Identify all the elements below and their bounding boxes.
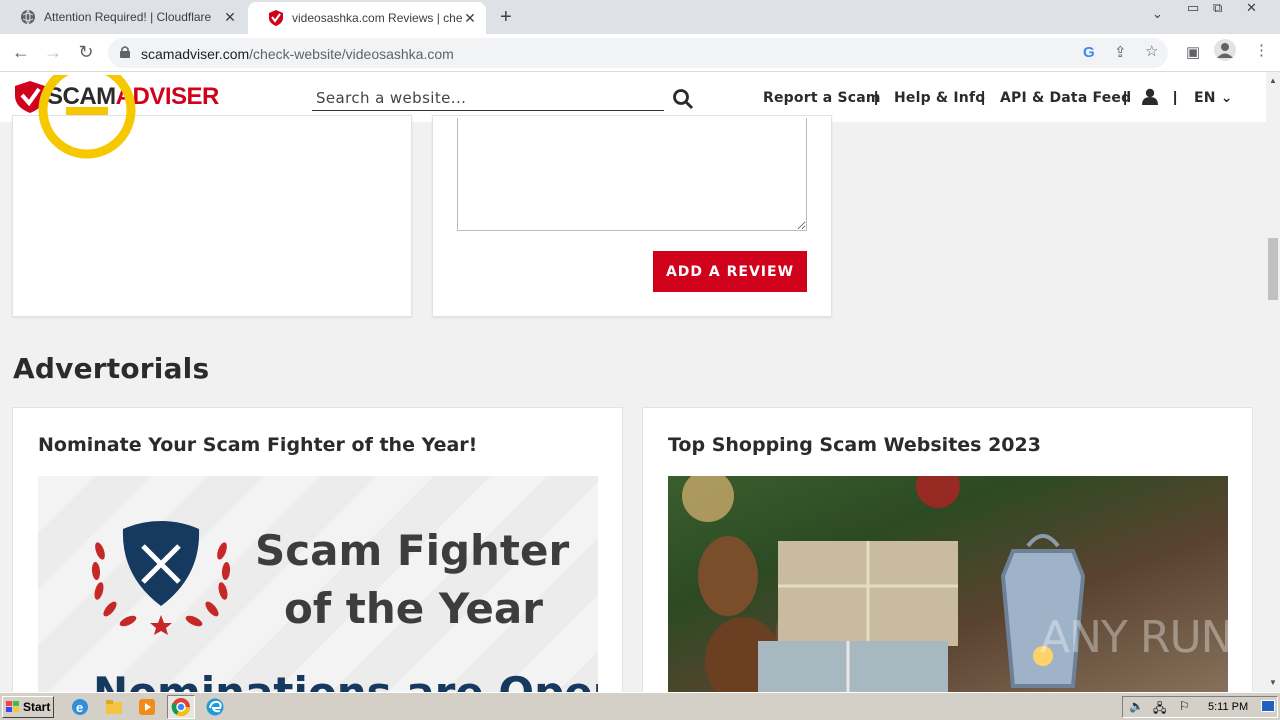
language-selector[interactable]: EN ⌄	[1194, 90, 1233, 106]
share-icon[interactable]: ⇪	[1114, 43, 1127, 61]
url-path: /check-website/videosashka.com	[249, 46, 454, 62]
tab-cloudflare[interactable]: Attention Required! | Cloudflare ✕	[0, 0, 246, 34]
bookmark-star-icon[interactable]: ☆	[1145, 42, 1158, 60]
tab-scamadviser[interactable]: videosashka.com Reviews | check if ✕	[248, 2, 486, 34]
close-tab-icon[interactable]: ✕	[222, 9, 238, 26]
new-tab-icon[interactable]: +	[500, 6, 518, 29]
window-close-icon[interactable]: ✕	[1246, 0, 1257, 16]
gift-boxes-illustration	[682, 476, 1086, 706]
taskbar-clock[interactable]: 5:11 PM	[1208, 701, 1248, 713]
advertorials-heading: Advertorials	[13, 352, 210, 385]
reload-icon[interactable]: ↻	[75, 42, 97, 63]
url-host: scamadviser.com	[141, 46, 250, 62]
browser-toolbar: ← → ↻ scamadviser.com/check-website/vide…	[0, 34, 1280, 72]
scamadviser-favicon-icon	[268, 10, 284, 26]
tab-title: Attention Required! | Cloudflare	[44, 10, 212, 24]
windows-taskbar: Start e 🔈 🖧 ⚐ 5:11 PM	[0, 692, 1280, 720]
nav-separator: |	[1123, 89, 1128, 106]
nav-separator: |	[981, 89, 986, 106]
scam-fighter-banner-image[interactable]: Scam Fighter of the Year Nominations are…	[38, 476, 598, 706]
scrollbar-thumb[interactable]	[1268, 238, 1278, 300]
network-icon[interactable]: 🖧	[1153, 699, 1166, 720]
website-search-input[interactable]	[312, 86, 664, 111]
back-arrow-icon[interactable]: ←	[10, 42, 32, 63]
trust-smiley-icon	[38, 75, 136, 159]
forward-arrow-icon[interactable]: →	[42, 42, 64, 63]
show-desktop-icon[interactable]	[1261, 700, 1275, 712]
restore-icon[interactable]: ⧉	[1213, 0, 1222, 16]
christmas-gifts-image[interactable]	[668, 476, 1228, 706]
chrome-icon	[171, 698, 190, 717]
svg-text:e: e	[76, 700, 83, 715]
user-account-icon[interactable]	[1142, 88, 1158, 105]
nav-separator: |	[874, 89, 879, 106]
system-tray: 🔈 🖧 ⚐	[1122, 696, 1278, 718]
page-scrollbar[interactable]: ▲ ▼	[1266, 72, 1280, 692]
side-panel-icon[interactable]: ▣	[1186, 43, 1200, 61]
chevron-down-icon: ⌄	[1220, 90, 1233, 106]
advertorial-title[interactable]: Nominate Your Scam Fighter of the Year!	[38, 434, 477, 456]
search-icon[interactable]	[672, 88, 694, 110]
tab-search-chevron-icon[interactable]: ⌄	[1152, 6, 1163, 22]
laurel-shield-emblem-icon	[91, 521, 231, 635]
nav-help-info[interactable]: Help & Info	[894, 90, 985, 106]
advertorial-card[interactable]: Nominate Your Scam Fighter of the Year! …	[12, 407, 623, 707]
file-explorer-icon[interactable]	[104, 697, 124, 717]
start-button[interactable]: Start	[2, 696, 54, 718]
language-label: EN	[1194, 90, 1216, 106]
volume-icon[interactable]: 🔈	[1129, 699, 1144, 713]
nav-separator: |	[1173, 89, 1178, 106]
advertorial-title[interactable]: Top Shopping Scam Websites 2023	[668, 434, 1041, 456]
google-icon[interactable]: G	[1083, 44, 1095, 61]
chrome-taskbar-button[interactable]	[167, 695, 195, 719]
nav-report-scam[interactable]: Report a Scam	[763, 90, 881, 106]
url-text: scamadviser.com/check-website/videosashk…	[141, 46, 454, 62]
add-review-button[interactable]: ADD A REVIEW	[653, 251, 807, 292]
action-center-flag-icon[interactable]: ⚐	[1179, 699, 1190, 713]
banner-line-1: Scam Fighter	[255, 526, 570, 575]
address-bar[interactable]: scamadviser.com/check-website/videosashk…	[108, 38, 1168, 68]
anyrun-watermark: ANY RUN	[1040, 612, 1234, 663]
edge-icon[interactable]	[205, 697, 225, 717]
scroll-down-arrow-icon[interactable]: ▼	[1269, 678, 1277, 687]
scroll-up-arrow-icon[interactable]: ▲	[1269, 76, 1277, 85]
internet-explorer-icon[interactable]: e	[70, 697, 90, 717]
lock-icon	[120, 46, 130, 58]
profile-avatar-icon[interactable]	[1214, 39, 1236, 65]
minimize-icon[interactable]: ▭	[1187, 0, 1199, 16]
banner-line-2: of the Year	[284, 584, 543, 633]
chrome-menu-icon[interactable]: ⋮	[1254, 41, 1269, 59]
nav-api-data-feed[interactable]: API & Data Feed	[1000, 90, 1131, 106]
review-textarea[interactable]	[457, 118, 807, 231]
close-tab-icon[interactable]: ✕	[462, 10, 478, 27]
globe-icon	[20, 9, 36, 25]
tab-title: videosashka.com Reviews | check if	[292, 11, 462, 25]
windows-logo-icon	[6, 701, 19, 712]
browser-tab-strip: Attention Required! | Cloudflare ✕ video…	[0, 0, 1280, 34]
media-player-icon[interactable]	[137, 697, 157, 717]
start-label: Start	[23, 700, 51, 714]
